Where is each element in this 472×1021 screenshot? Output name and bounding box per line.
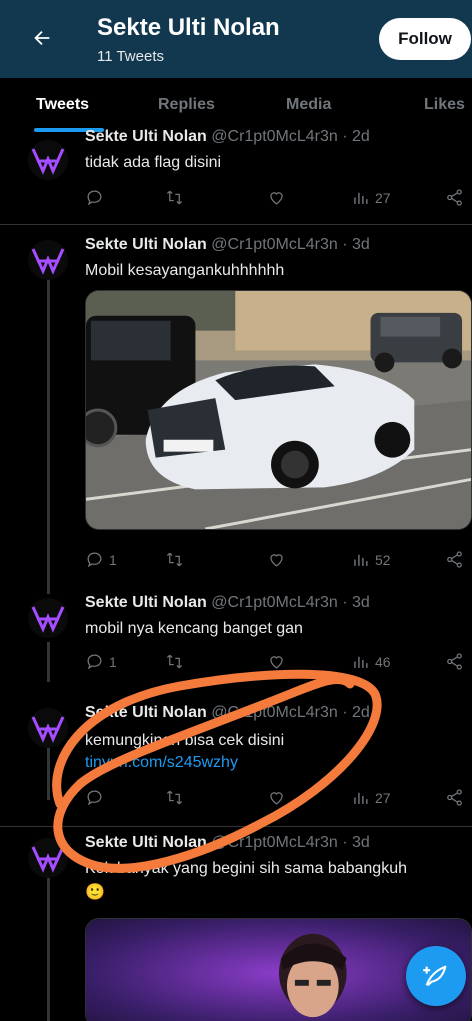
share-button[interactable]: [445, 652, 464, 671]
tweet-handle-time: @Cr1pt0McL4r3n · 2d: [211, 128, 370, 145]
views-button[interactable]: 27: [351, 188, 391, 207]
like-icon: [270, 554, 283, 567]
avatar[interactable]: [28, 240, 68, 280]
views-count: 27: [375, 189, 391, 206]
tweet-author-name[interactable]: Sekte Ulti Nolan: [85, 834, 207, 851]
tweet-item[interactable]: Sekte Ulti Nolan @Cr1pt0McL4r3n · 2d tid…: [0, 128, 472, 224]
tweet-handle-time: @Cr1pt0McL4r3n · 3d: [211, 236, 370, 253]
retweet-button[interactable]: [165, 550, 184, 569]
share-icon: [447, 653, 462, 670]
share-icon: [447, 789, 462, 806]
views-button[interactable]: 46: [351, 652, 391, 671]
tweet-author-name[interactable]: Sekte Ulti Nolan: [85, 594, 207, 611]
tweet-text: Kok banyak yang begini sih sama babangku…: [85, 860, 407, 877]
views-count: 52: [375, 551, 391, 568]
tweet-item[interactable]: Sekte Ulti Nolan @Cr1pt0McL4r3n · 3d mob…: [0, 594, 472, 678]
like-icon: [270, 656, 283, 669]
reply-icon: [87, 790, 102, 806]
reply-icon: [87, 654, 102, 670]
like-button[interactable]: [267, 188, 286, 207]
retweet-icon: [166, 190, 183, 205]
tweet-item[interactable]: Sekte Ulti Nolan @Cr1pt0McL4r3n · 3d Kok…: [0, 830, 472, 1021]
tweet-actions: 1 46: [85, 652, 472, 676]
tab-tweets[interactable]: Tweets: [36, 96, 89, 114]
reply-icon: [87, 190, 102, 206]
profile-header: Sekte Ulti Nolan 11 Tweets Follow: [0, 0, 472, 78]
views-button[interactable]: 27: [351, 788, 391, 807]
like-icon: [270, 792, 283, 805]
tweet-actions: 27: [85, 188, 472, 212]
reply-button[interactable]: [85, 188, 104, 207]
tweet-actions: 27: [85, 788, 472, 812]
avatar[interactable]: [28, 708, 68, 748]
reply-button[interactable]: [85, 788, 104, 807]
tweet-link[interactable]: tinyurl.com/s245wzhy: [85, 754, 238, 772]
profile-name: Sekte Ulti Nolan: [97, 14, 280, 41]
logo-icon: [31, 716, 65, 743]
emoji: 🙂: [85, 884, 105, 901]
views-count: 27: [375, 789, 391, 806]
logo-icon: [31, 148, 65, 175]
reply-button[interactable]: 1: [85, 652, 117, 671]
reply-icon: [87, 552, 102, 568]
tweet-author-name[interactable]: Sekte Ulti Nolan: [85, 236, 207, 253]
tweet-text: tidak ada flag disini: [85, 154, 222, 171]
tweet-actions: 1 52: [85, 550, 472, 574]
reply-count: 1: [109, 653, 117, 670]
reply-button[interactable]: 1: [85, 550, 117, 569]
retweet-button[interactable]: [165, 188, 184, 207]
views-icon: [354, 792, 368, 804]
retweet-button[interactable]: [165, 652, 184, 671]
profile-tabs: Tweets Replies Media Likes: [0, 78, 472, 134]
retweet-button[interactable]: [165, 788, 184, 807]
follow-button[interactable]: Follow: [379, 18, 471, 60]
like-button[interactable]: [267, 550, 286, 569]
compose-icon: [423, 965, 447, 987]
share-icon: [447, 551, 462, 568]
tweet-text: Mobil kesayangankuhhhhhh: [85, 262, 285, 279]
retweet-icon: [166, 552, 183, 567]
avatar[interactable]: [28, 838, 68, 878]
compose-tweet-button[interactable]: [406, 946, 466, 1006]
logo-icon: [31, 606, 65, 633]
like-button[interactable]: [267, 788, 286, 807]
views-button[interactable]: 52: [351, 550, 391, 569]
share-button[interactable]: [445, 788, 464, 807]
avatar[interactable]: [28, 598, 68, 638]
retweet-icon: [166, 790, 183, 805]
tweet-author-name[interactable]: Sekte Ulti Nolan: [85, 128, 207, 145]
tweet-text: mobil nya kencang banget gan: [85, 620, 303, 637]
reply-count: 1: [109, 551, 117, 568]
tweet-item[interactable]: Sekte Ulti Nolan @Cr1pt0McL4r3n · 2d kem…: [0, 700, 472, 816]
tweet-handle-time: @Cr1pt0McL4r3n · 2d: [211, 704, 370, 721]
avatar[interactable]: [28, 140, 68, 180]
tweet-text: kemungkinan bisa cek disini: [85, 732, 285, 749]
tweet-item[interactable]: Sekte Ulti Nolan @Cr1pt0McL4r3n · 3d Mob…: [0, 224, 472, 596]
like-button[interactable]: [267, 652, 286, 671]
views-icon: [354, 192, 368, 204]
views-count: 46: [375, 653, 391, 670]
back-button[interactable]: [24, 20, 60, 56]
divider: [0, 826, 472, 827]
like-icon: [270, 192, 283, 205]
tab-likes[interactable]: Likes: [424, 96, 465, 114]
back-arrow-icon: [34, 30, 50, 46]
views-icon: [354, 656, 368, 668]
tweet-handle-time: @Cr1pt0McL4r3n · 3d: [211, 834, 370, 851]
tab-media[interactable]: Media: [286, 96, 331, 114]
share-button[interactable]: [445, 550, 464, 569]
views-icon: [354, 554, 368, 566]
tweet-handle-time: @Cr1pt0McL4r3n · 3d: [211, 594, 370, 611]
tweet-author-name[interactable]: Sekte Ulti Nolan: [85, 704, 207, 721]
tweet-image-car[interactable]: [85, 290, 472, 530]
share-button[interactable]: [445, 188, 464, 207]
logo-icon: [31, 846, 65, 873]
logo-icon: [31, 248, 65, 275]
tab-replies[interactable]: Replies: [158, 96, 215, 114]
retweet-icon: [166, 654, 183, 669]
car-photo: [86, 291, 471, 529]
tweet-count: 11 Tweets: [97, 48, 164, 65]
share-icon: [447, 189, 462, 206]
